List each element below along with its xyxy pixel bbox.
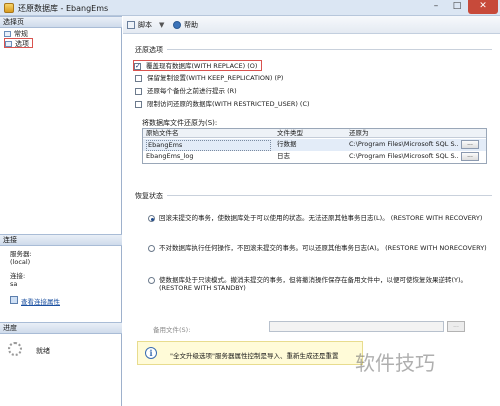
restore-files-label: 将数据库文件还原为(S): xyxy=(142,119,218,127)
page-icon xyxy=(4,31,11,37)
script-label: 脚本 xyxy=(138,21,152,29)
server-label: 服务器: xyxy=(10,250,32,258)
radio-label: 回滚未提交的事务，使数据库处于可以使用的状态。无法还原其他事务日志(L)。 (R… xyxy=(159,214,483,222)
page-item-options[interactable]: 选项 xyxy=(4,38,33,48)
page-item-label: 选项 xyxy=(15,40,29,48)
script-icon xyxy=(127,21,135,29)
file-type-cell: 行数据 xyxy=(277,140,297,148)
standby-browse-button[interactable]: ... xyxy=(447,321,465,332)
progress-header: 进度 xyxy=(0,322,122,334)
with-replace-checkbox[interactable]: 覆盖现有数据库(WITH REPLACE) (O) xyxy=(133,60,263,72)
standby-radio[interactable]: 使数据库处于只读模式。撤消未提交的事务，但将撤消操作保存在备用文件中，以便可使恢… xyxy=(148,276,467,284)
checkbox-checked[interactable] xyxy=(134,61,141,72)
file-type-cell: 日志 xyxy=(277,152,290,160)
radio-label: (RESTORE WITH STANDBY) xyxy=(159,284,246,292)
radio-unselected[interactable] xyxy=(148,245,155,252)
page-icon xyxy=(5,41,12,47)
checkbox-label: 限制访问还原的数据库(WITH RESTRICTED_USER) (C) xyxy=(147,100,310,108)
checkbox-unchecked[interactable] xyxy=(135,88,142,95)
window-title: 还原数据库 - EbangEms xyxy=(18,4,109,13)
maximize-button[interactable]: □ xyxy=(447,0,467,14)
main-panel: 脚本 ▼ 帮助 还原选项 覆盖现有数据库(WITH REPLACE) (O) 保… xyxy=(123,16,500,406)
original-file-cell[interactable]: EbangEms xyxy=(146,140,271,151)
original-file-cell[interactable]: EbangEms_log xyxy=(146,152,193,161)
view-connection-properties-link[interactable]: 查看连接属性 xyxy=(10,296,60,306)
radio-label: 不对数据库执行任何操作，不回滚未提交的事务。可以还原其他事务日志(A)。 (RE… xyxy=(159,244,487,252)
restore-as-cell[interactable]: C:\Program Files\Microsoft SQL S... xyxy=(349,140,459,149)
column-header: 原始文件名 xyxy=(146,129,179,137)
browse-button[interactable]: ... xyxy=(461,152,479,161)
connection-header: 连接 xyxy=(0,234,122,246)
recovery-radio[interactable]: 回滚未提交的事务，使数据库处于可以使用的状态。无法还原其他事务日志(L)。 (R… xyxy=(148,214,482,222)
section-divider xyxy=(167,195,492,196)
keep-replication-checkbox[interactable]: 保留复制设置(WITH KEEP_REPLICATION) (P) xyxy=(135,73,283,84)
radio-unselected[interactable] xyxy=(148,277,155,284)
checkbox-unchecked[interactable] xyxy=(135,75,142,82)
progress-spinner-icon xyxy=(8,342,22,356)
restore-options-title: 还原选项 xyxy=(135,46,163,54)
radio-label: 使数据库处于只读模式。撤消未提交的事务，但将撤消操作保存在备用文件中，以便可使恢… xyxy=(159,276,468,284)
standby-radio-line2: (RESTORE WITH STANDBY) xyxy=(148,284,246,292)
radio-selected[interactable] xyxy=(148,215,155,222)
norecovery-radio[interactable]: 不对数据库执行任何操作，不回滚未提交的事务。可以还原其他事务日志(A)。 (RE… xyxy=(148,244,487,252)
script-button[interactable]: 脚本 xyxy=(127,20,152,30)
info-text: "全文升级选项"服务器属性控制是导入、重新生成还是重置 xyxy=(170,352,339,360)
checkbox-unchecked[interactable] xyxy=(135,101,142,108)
column-header: 文件类型 xyxy=(277,129,303,137)
help-button[interactable]: 帮助 xyxy=(173,20,198,30)
progress-status: 就绪 xyxy=(36,347,50,355)
checkbox-label: 覆盖现有数据库(WITH REPLACE) (O) xyxy=(146,62,258,70)
section-divider xyxy=(167,49,492,50)
view-connection-link-label: 查看连接属性 xyxy=(21,298,60,306)
table-row[interactable]: EbangEms 行数据 C:\Program Files\Microsoft … xyxy=(143,139,486,151)
prompt-before-restore-checkbox[interactable]: 还原每个备份之前进行提示 (R) xyxy=(135,86,237,97)
standby-file-label: 备用文件(S): xyxy=(153,326,191,334)
column-header: 还原为 xyxy=(349,129,369,137)
server-value: (local) xyxy=(10,258,31,266)
left-panel: 选择页 常规 选项 连接 服务器: (local) 连接: sa 查看连接属性 … xyxy=(0,16,122,406)
grid-header: 原始文件名 文件类型 还原为 xyxy=(143,129,486,138)
help-icon xyxy=(173,21,181,29)
restricted-user-checkbox[interactable]: 限制访问还原的数据库(WITH RESTRICTED_USER) (C) xyxy=(135,99,310,110)
database-app-icon xyxy=(4,3,14,13)
page-item-label: 常规 xyxy=(14,30,28,38)
standby-file-input[interactable] xyxy=(269,321,444,332)
toolbar: 脚本 ▼ 帮助 xyxy=(123,16,500,34)
pages-header: 选择页 xyxy=(0,16,122,28)
properties-icon xyxy=(10,296,18,304)
minimize-button[interactable]: – xyxy=(426,0,446,14)
browse-button[interactable]: ... xyxy=(461,140,479,149)
window-titlebar: 还原数据库 - EbangEms – □ ✕ xyxy=(0,0,500,16)
checkbox-label: 保留复制设置(WITH KEEP_REPLICATION) (P) xyxy=(147,74,284,82)
connection-label: 连接: xyxy=(10,272,26,280)
recovery-state-title: 恢复状态 xyxy=(135,192,163,200)
help-label: 帮助 xyxy=(184,21,198,29)
restore-as-cell[interactable]: C:\Program Files\Microsoft SQL S... xyxy=(349,152,459,161)
info-bar: i "全文升级选项"服务器属性控制是导入、重新生成还是重置 xyxy=(137,341,363,365)
checkbox-label: 还原每个备份之前进行提示 (R) xyxy=(147,87,237,95)
info-icon: i xyxy=(145,347,157,359)
close-button[interactable]: ✕ xyxy=(468,0,498,14)
watermark: 软件技巧 xyxy=(355,351,435,375)
table-row[interactable]: EbangEms_log 日志 C:\Program Files\Microso… xyxy=(143,151,486,163)
connection-value: sa xyxy=(10,280,18,288)
script-dropdown-arrow[interactable]: ▼ xyxy=(159,21,164,29)
restore-files-grid: 原始文件名 文件类型 还原为 EbangEms 行数据 C:\Program F… xyxy=(142,128,487,164)
